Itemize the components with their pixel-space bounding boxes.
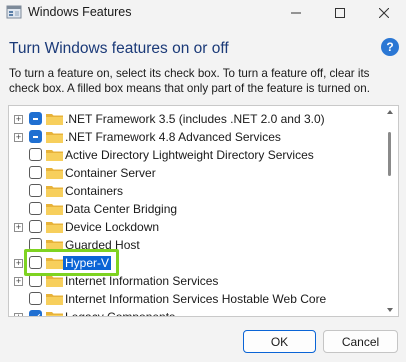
folder-icon xyxy=(46,114,63,125)
feature-row[interactable]: Containers xyxy=(9,182,384,200)
feature-row[interactable]: + Legacy Components xyxy=(9,308,384,316)
folder-icon xyxy=(46,168,63,179)
window-title: Windows Features xyxy=(28,5,132,19)
folder-icon xyxy=(46,186,63,197)
scrollbar[interactable] xyxy=(382,106,398,316)
expand-icon[interactable]: + xyxy=(14,313,23,316)
scroll-down-icon[interactable] xyxy=(387,308,393,312)
feature-row[interactable]: Active Directory Lightweight Directory S… xyxy=(9,146,384,164)
minimize-icon xyxy=(291,12,301,14)
feature-checkbox[interactable] xyxy=(29,310,42,316)
features-tree[interactable]: + .NET Framework 3.5 (includes .NET 2.0 a… xyxy=(8,105,399,317)
expand-icon[interactable]: + xyxy=(14,223,23,232)
folder-icon xyxy=(46,150,63,161)
feature-label[interactable]: Data Center Bridging xyxy=(65,202,177,216)
folder-icon xyxy=(46,132,63,143)
feature-row[interactable]: Internet Information Services Hostable W… xyxy=(9,290,384,308)
expand-icon[interactable]: + xyxy=(14,259,23,268)
folder-icon xyxy=(46,222,63,233)
feature-label[interactable]: .NET Framework 3.5 (includes .NET 2.0 an… xyxy=(65,112,325,126)
feature-label[interactable]: Container Server xyxy=(65,166,156,180)
scrollbar-thumb[interactable] xyxy=(388,132,391,176)
maximize-button[interactable] xyxy=(318,0,362,26)
feature-checkbox[interactable] xyxy=(29,184,42,197)
feature-checkbox[interactable] xyxy=(29,148,42,161)
folder-icon xyxy=(46,294,63,305)
scroll-up-icon[interactable] xyxy=(387,110,393,114)
feature-label[interactable]: Containers xyxy=(65,184,123,198)
feature-checkbox[interactable] xyxy=(29,112,42,125)
folder-icon xyxy=(46,312,63,316)
expand-icon[interactable]: + xyxy=(14,133,23,142)
feature-checkbox[interactable] xyxy=(29,202,42,215)
feature-row[interactable]: + .NET Framework 3.5 (includes .NET 2.0 a… xyxy=(9,110,384,128)
title-bar: Windows Features xyxy=(0,0,406,26)
expand-icon[interactable]: + xyxy=(14,277,23,286)
folder-icon xyxy=(46,276,63,287)
feature-row[interactable]: + Device Lockdown xyxy=(9,218,384,236)
feature-label[interactable]: Active Directory Lightweight Directory S… xyxy=(65,148,314,162)
feature-row[interactable]: Data Center Bridging xyxy=(9,200,384,218)
close-icon xyxy=(379,8,389,18)
feature-label[interactable]: Internet Information Services Hostable W… xyxy=(65,292,326,306)
feature-label[interactable]: Internet Information Services xyxy=(65,274,218,288)
close-button[interactable] xyxy=(362,0,406,26)
feature-checkbox[interactable] xyxy=(29,166,42,179)
minimize-button[interactable] xyxy=(274,0,318,26)
expand-icon[interactable]: + xyxy=(14,115,23,124)
feature-checkbox[interactable] xyxy=(29,220,42,233)
feature-checkbox[interactable] xyxy=(29,292,42,305)
highlight-annotation xyxy=(24,249,119,276)
feature-row[interactable]: Container Server xyxy=(9,164,384,182)
description-text: To turn a feature on, select its check b… xyxy=(9,67,370,95)
cancel-button[interactable]: Cancel xyxy=(323,330,398,353)
windows-features-icon xyxy=(6,5,22,19)
feature-row[interactable]: + .NET Framework 4.8 Advanced Services xyxy=(9,128,384,146)
feature-checkbox[interactable] xyxy=(29,130,42,143)
feature-label[interactable]: .NET Framework 4.8 Advanced Services xyxy=(65,130,281,144)
maximize-icon xyxy=(335,8,345,18)
feature-label[interactable]: Device Lockdown xyxy=(65,220,159,234)
feature-label[interactable]: Legacy Components xyxy=(65,310,175,316)
help-icon[interactable]: ? xyxy=(381,38,399,56)
page-title: Turn Windows features on or off xyxy=(9,40,229,57)
ok-button[interactable]: OK xyxy=(243,330,316,353)
folder-icon xyxy=(46,204,63,215)
